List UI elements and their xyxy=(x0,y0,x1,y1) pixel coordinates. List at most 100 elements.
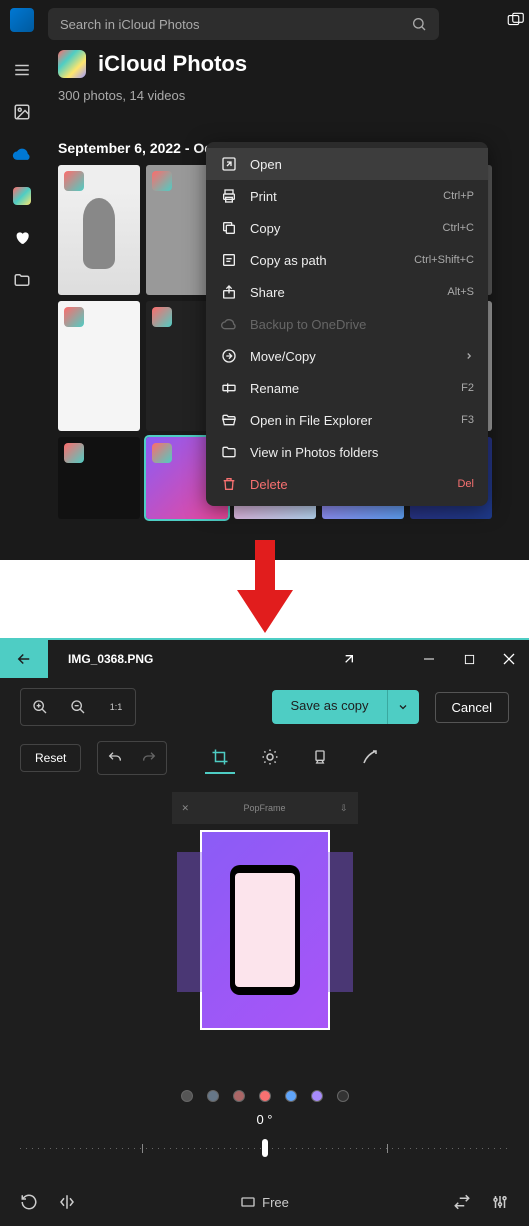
folder-icon xyxy=(220,443,238,461)
menu-shortcut: F2 xyxy=(461,382,474,394)
settings-button[interactable] xyxy=(491,1193,509,1211)
menu-label: Delete xyxy=(250,477,445,492)
open-icon xyxy=(220,155,238,173)
rotation-slider[interactable] xyxy=(20,1133,509,1163)
cancel-button[interactable]: Cancel xyxy=(435,692,509,723)
sidebar-folders[interactable] xyxy=(10,268,34,292)
palette-dot[interactable] xyxy=(181,1090,193,1102)
editor-titlebar: IMG_0368.PNG xyxy=(0,640,529,678)
sidebar-gallery[interactable] xyxy=(10,100,34,124)
maximize-button[interactable] xyxy=(449,640,489,678)
slider-handle[interactable] xyxy=(262,1139,268,1157)
sidebar-favorites[interactable] xyxy=(10,226,34,250)
sidebar-icloud-photos[interactable] xyxy=(10,184,34,208)
undo-button[interactable] xyxy=(98,742,132,774)
zoom-in-button[interactable] xyxy=(23,691,57,723)
save-button[interactable]: Save as copy xyxy=(272,690,386,724)
page-title: iCloud Photos xyxy=(98,51,247,77)
photo-thumb[interactable] xyxy=(58,301,140,431)
reset-button[interactable]: Reset xyxy=(20,744,81,772)
search-placeholder: Search in iCloud Photos xyxy=(60,17,411,32)
menu-shortcut: F3 xyxy=(461,414,474,426)
palette-dot[interactable] xyxy=(233,1090,245,1102)
menu-shortcut: Ctrl+C xyxy=(443,222,474,234)
aspect-label: Free xyxy=(262,1195,289,1210)
sidebar-menu[interactable] xyxy=(10,58,34,82)
palette-dot[interactable] xyxy=(311,1090,323,1102)
menu-shortcut: Del xyxy=(457,478,474,490)
menu-rename[interactable]: Rename F2 xyxy=(206,372,488,404)
crop-frame[interactable]: ✕ PopFrame ⇩ xyxy=(200,830,330,1030)
copy-icon xyxy=(220,219,238,237)
menu-label: Move/Copy xyxy=(250,349,452,364)
menu-copy[interactable]: Copy Ctrl+C xyxy=(206,212,488,244)
menu-label: Open in File Explorer xyxy=(250,413,449,428)
back-button[interactable] xyxy=(0,640,48,678)
menu-label: View in Photos folders xyxy=(250,445,474,460)
save-dropdown[interactable] xyxy=(387,690,419,724)
photo-thumb[interactable] xyxy=(58,165,140,295)
menu-move-copy[interactable]: Move/Copy xyxy=(206,340,488,372)
move-icon xyxy=(220,347,238,365)
editor-window: IMG_0368.PNG 1:1 Save as copy Cancel Res… xyxy=(0,638,529,1226)
rotation-value: 0 ° xyxy=(0,1112,529,1127)
undo-redo-group xyxy=(97,741,167,775)
adjust-tab[interactable] xyxy=(255,742,285,774)
share-icon xyxy=(220,283,238,301)
image-extent xyxy=(328,852,353,992)
icloud-badge-icon xyxy=(152,443,172,463)
image-extent xyxy=(177,852,202,992)
import-icon[interactable] xyxy=(501,8,529,32)
zoom-out-button[interactable] xyxy=(61,691,95,723)
swap-button[interactable] xyxy=(453,1193,471,1211)
download-icon: ⇩ xyxy=(340,803,348,814)
photo-thumb[interactable] xyxy=(58,437,140,519)
menu-delete[interactable]: Delete Del xyxy=(206,468,488,500)
menu-open[interactable]: Open xyxy=(206,148,488,180)
flip-button[interactable] xyxy=(58,1193,76,1211)
photos-window: Search in iCloud Photos iCloud Photos 30… xyxy=(0,0,529,560)
zoom-fit-button[interactable]: 1:1 xyxy=(99,691,133,723)
menu-label: Copy xyxy=(250,221,431,236)
menu-copy-as-path[interactable]: Copy as path Ctrl+Shift+C xyxy=(206,244,488,276)
rename-icon xyxy=(220,379,238,397)
folder-open-icon xyxy=(220,411,238,429)
palette-dot[interactable] xyxy=(285,1090,297,1102)
editor-bottom-bar: Free xyxy=(0,1178,529,1226)
menu-label: Backup to OneDrive xyxy=(250,317,474,332)
chevron-right-icon xyxy=(464,351,474,361)
menu-share[interactable]: Share Alt+S xyxy=(206,276,488,308)
sidebar-onedrive[interactable] xyxy=(10,142,34,166)
menu-label: Copy as path xyxy=(250,253,402,268)
rotate-button[interactable] xyxy=(20,1193,38,1211)
search-input[interactable]: Search in iCloud Photos xyxy=(48,8,439,40)
canvas-area[interactable]: ✕ PopFrame ⇩ xyxy=(0,780,529,1080)
editor-toolbar: 1:1 Save as copy Cancel xyxy=(0,678,529,736)
palette-dot[interactable] xyxy=(259,1090,271,1102)
icloud-badge-icon xyxy=(64,443,84,463)
markup-tab[interactable] xyxy=(355,742,385,774)
menu-shortcut: Ctrl+P xyxy=(443,190,474,202)
menu-print[interactable]: Print Ctrl+P xyxy=(206,180,488,212)
close-button[interactable] xyxy=(489,640,529,678)
redo-button[interactable] xyxy=(132,742,166,774)
crop-tab[interactable] xyxy=(205,742,235,774)
aspect-ratio-button[interactable]: Free xyxy=(240,1194,289,1210)
zoom-group: 1:1 xyxy=(20,688,136,726)
menu-shortcut: Alt+S xyxy=(447,286,474,298)
sidebar xyxy=(0,50,44,292)
icloud-badge-icon xyxy=(64,307,84,327)
expand-button[interactable] xyxy=(329,640,369,678)
main-header: iCloud Photos xyxy=(58,50,247,78)
minimize-button[interactable] xyxy=(409,640,449,678)
menu-open-explorer[interactable]: Open in File Explorer F3 xyxy=(206,404,488,436)
menu-view-folders[interactable]: View in Photos folders xyxy=(206,436,488,468)
search-icon xyxy=(411,16,427,32)
filter-tab[interactable] xyxy=(305,742,335,774)
menu-label: Open xyxy=(250,157,474,172)
copy-path-icon xyxy=(220,251,238,269)
palette-dot[interactable] xyxy=(337,1090,349,1102)
menu-shortcut: Ctrl+Shift+C xyxy=(414,254,474,266)
palette-dot[interactable] xyxy=(207,1090,219,1102)
menu-label: Rename xyxy=(250,381,449,396)
